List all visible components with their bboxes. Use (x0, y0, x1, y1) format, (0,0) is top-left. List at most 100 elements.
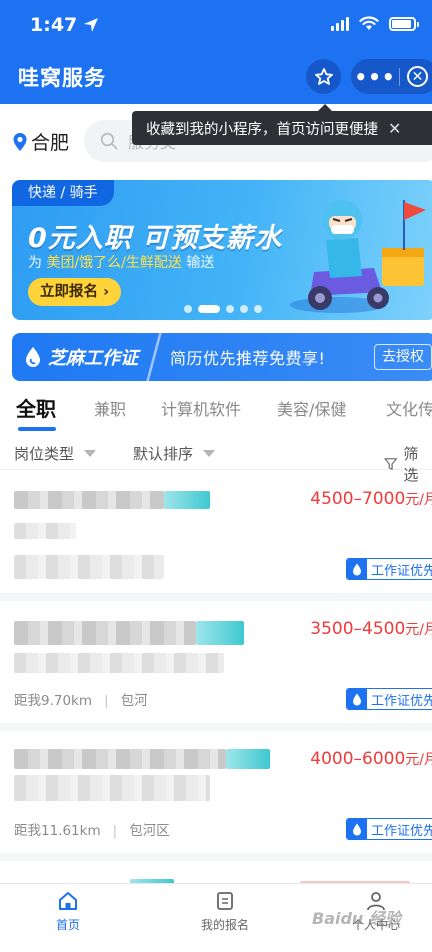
more-options-button[interactable]: ••• (351, 67, 399, 87)
job-tag-redacted (164, 491, 210, 509)
job-type-dropdown[interactable]: 岗位类型 (14, 443, 97, 464)
map-pin-icon (13, 132, 27, 151)
banner-sub-prefix: 为 (28, 255, 47, 271)
status-time: 1:47 (30, 14, 99, 36)
funnel-icon (384, 458, 398, 470)
job-info-redacted (14, 653, 224, 673)
badge-text: 工作证优先 (371, 823, 432, 839)
job-tag-redacted (196, 621, 244, 645)
zhima-title: 芝麻工作证 (48, 348, 138, 369)
wifi-icon (359, 16, 379, 30)
tab-culture[interactable]: 文化传 (386, 396, 432, 420)
tab-fulltime[interactable]: 全职 (16, 393, 56, 422)
app-title: 哇窝服务 (18, 66, 106, 90)
nav-home[interactable]: 首页 (56, 890, 80, 933)
salary-text: 3500–4500元/月 (310, 619, 432, 639)
badge-text: 工作证优先 (371, 563, 432, 579)
job-distance: 距我11.61km (14, 823, 101, 839)
top-header: 1:47 哇窝服务 ••• ✕ (0, 0, 432, 104)
work-card-priority-badge: 工作证优先 (346, 558, 432, 580)
status-bar: 1:47 (0, 0, 432, 52)
zhima-work-card-strip[interactable]: 芝麻工作证 简历优先推荐免费享! 去授权 (12, 333, 432, 381)
sort-dropdown[interactable]: 默认排序 (133, 443, 216, 464)
salary-range: 4000–6000 (310, 749, 406, 769)
close-miniapp-button[interactable]: ✕ (407, 66, 428, 87)
battery-icon (389, 16, 419, 31)
document-icon (217, 892, 233, 910)
salary-range: 3500–4500 (310, 619, 406, 639)
baidu-watermark: Baidu 经验 (312, 909, 401, 928)
zhima-divider (146, 333, 162, 381)
job-title-redacted (14, 491, 164, 509)
tab-parttime[interactable]: 兼职 (94, 396, 126, 420)
zhima-slogan: 简历优先推荐免费享! (170, 349, 326, 368)
drop-icon (26, 347, 40, 367)
tooltip-close-icon[interactable]: ✕ (388, 119, 401, 138)
tab-software[interactable]: 计算机软件 (161, 396, 241, 420)
signup-now-button[interactable]: 立即报名 › (28, 278, 122, 306)
filter-bar: 岗位类型 默认排序 筛选 (0, 438, 432, 484)
home-icon (59, 892, 77, 910)
salary-range: 4500–7000 (310, 489, 406, 509)
app-page: 1:47 哇窝服务 ••• ✕ 收藏到我的小程序，首页访问更便捷 ✕ 合肥 快递… (0, 0, 432, 952)
job-tag-redacted (226, 749, 270, 769)
authorize-button[interactable]: 去授权 (374, 344, 432, 370)
nav-my-signup[interactable]: 我的报名 (201, 890, 249, 933)
banner-headline: 0元入职 可预支薪水 (28, 223, 283, 254)
caret-down-icon (203, 450, 216, 457)
nav-home-label: 首页 (56, 918, 81, 932)
star-icon (314, 67, 333, 85)
chevron-right-icon: › (103, 284, 110, 300)
nav-my-signup-label: 我的报名 (201, 918, 250, 932)
favorite-button[interactable] (306, 59, 341, 94)
job-card[interactable]: 距我9.70km | 包河 3500–4500元/月 工作证优先 (0, 601, 432, 731)
delivery-rider-illustration (290, 200, 426, 313)
banner-subtitle: 为 美团/饿了么/生鲜配送 输送 (28, 252, 214, 272)
sort-label: 默认排序 (133, 445, 194, 463)
badge-text: 工作证优先 (371, 693, 432, 709)
tooltip-text: 收藏到我的小程序，首页访问更便捷 (146, 121, 378, 138)
banner-sub-highlight: 美团/饿了么/生鲜配送 (46, 255, 182, 271)
location-arrow-icon (84, 18, 99, 32)
job-title-redacted (14, 621, 196, 645)
cta-label: 立即报名 (40, 284, 98, 300)
drop-icon (347, 689, 367, 709)
banner-pagination (184, 305, 262, 313)
search-icon (100, 132, 118, 150)
caret-down-icon (84, 450, 97, 457)
add-to-favorites-tooltip: 收藏到我的小程序，首页访问更便捷 ✕ (132, 104, 432, 145)
miniapp-capsule: ••• ✕ (351, 59, 432, 94)
job-card[interactable]: 4500–7000元/月 工作证优先 (0, 471, 432, 601)
banner-tag: 快递 / 骑手 (12, 180, 114, 206)
job-area: 包河 (120, 693, 148, 709)
salary-text: 4500–7000元/月 (310, 489, 432, 509)
active-tab-indicator (18, 427, 56, 431)
job-title-redacted (14, 749, 226, 769)
drop-icon (347, 819, 367, 839)
job-meta-redacted (14, 555, 164, 579)
work-card-priority-badge: 工作证优先 (346, 688, 432, 710)
city-selector[interactable]: 合肥 (12, 128, 69, 155)
cellular-signal-icon (331, 16, 349, 31)
job-location-meta: 距我11.61km | 包河区 (14, 823, 170, 839)
close-icon: ✕ (411, 68, 424, 85)
tab-beauty[interactable]: 美容/保健 (277, 396, 346, 420)
salary-text: 4000–6000元/月 (310, 749, 432, 769)
status-indicators (331, 16, 419, 31)
banner-sub-suffix: 输送 (181, 255, 215, 271)
job-type-label: 岗位类型 (14, 445, 75, 463)
job-card[interactable]: 距我11.61km | 包河区 4000–6000元/月 工作证优先 (0, 731, 432, 861)
job-info-redacted (14, 775, 210, 801)
work-card-priority-badge: 工作证优先 (346, 818, 432, 840)
salary-unit: 元/月 (405, 752, 432, 768)
job-area: 包河区 (129, 823, 170, 839)
drop-icon (347, 559, 367, 579)
zhima-brand: 芝麻工作证 (12, 333, 138, 381)
job-location-meta: 距我9.70km | 包河 (14, 693, 148, 709)
city-name: 合肥 (31, 132, 70, 154)
job-distance: 距我9.70km (14, 693, 93, 709)
promo-banner[interactable]: 快递 / 骑手 0元入职 可预支薪水 为 美团/饿了么/生鲜配送 输送 立即报名… (12, 180, 432, 320)
salary-unit: 元/月 (405, 622, 432, 638)
time-text: 1:47 (30, 14, 78, 36)
salary-unit: 元/月 (405, 492, 432, 508)
